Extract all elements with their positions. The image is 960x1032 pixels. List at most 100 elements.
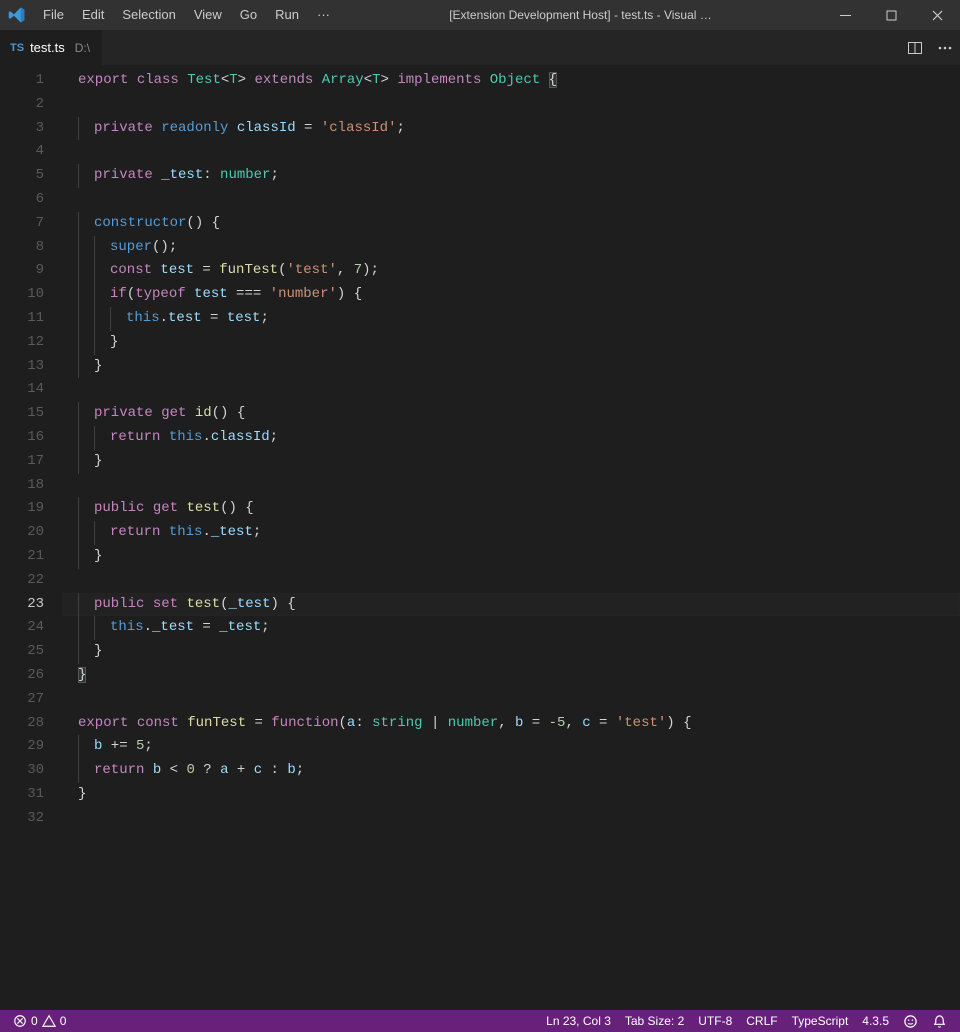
code-line[interactable]: this._test = _test; xyxy=(62,616,960,640)
line-number: 11 xyxy=(0,307,44,331)
close-button[interactable] xyxy=(914,0,960,30)
code-line[interactable]: return this._test; xyxy=(62,521,960,545)
code-line[interactable]: const test = funTest('test', 7); xyxy=(62,259,960,283)
status-problems[interactable]: 0 0 xyxy=(6,1010,73,1032)
line-number: 15 xyxy=(0,402,44,426)
code-area[interactable]: export class Test<T> extends Array<T> im… xyxy=(62,69,960,1010)
line-number: 17 xyxy=(0,450,44,474)
line-number: 7 xyxy=(0,212,44,236)
code-line[interactable] xyxy=(62,93,960,117)
line-number: 31 xyxy=(0,783,44,807)
code-line[interactable] xyxy=(62,569,960,593)
status-error-count: 0 xyxy=(31,1010,38,1032)
code-line[interactable]: return b < 0 ? a + c : b; xyxy=(62,759,960,783)
line-number: 19 xyxy=(0,497,44,521)
code-line[interactable]: } xyxy=(62,783,960,807)
tab-bar: TS test.ts D:\ xyxy=(0,30,960,65)
line-number: 26 xyxy=(0,664,44,688)
line-number: 9 xyxy=(0,259,44,283)
line-number: 3 xyxy=(0,117,44,141)
line-number: 24 xyxy=(0,616,44,640)
line-number: 6 xyxy=(0,188,44,212)
code-line[interactable] xyxy=(62,807,960,831)
code-line[interactable]: export class Test<T> extends Array<T> im… xyxy=(62,69,960,93)
code-line[interactable] xyxy=(62,140,960,164)
code-line[interactable]: } xyxy=(62,355,960,379)
line-number: 27 xyxy=(0,688,44,712)
line-number: 13 xyxy=(0,355,44,379)
status-bell-icon[interactable] xyxy=(925,1014,954,1029)
status-eol[interactable]: CRLF xyxy=(739,1010,784,1032)
line-number: 18 xyxy=(0,474,44,498)
line-number: 10 xyxy=(0,283,44,307)
code-line[interactable] xyxy=(62,188,960,212)
line-number: 23 xyxy=(0,593,44,617)
menu-go[interactable]: Go xyxy=(231,0,266,30)
line-number: 30 xyxy=(0,759,44,783)
statusbar: 0 0 Ln 23, Col 3 Tab Size: 2 UTF-8 CRLF … xyxy=(0,1010,960,1032)
status-feedback-icon[interactable] xyxy=(896,1014,925,1029)
more-actions-icon[interactable] xyxy=(930,30,960,65)
line-number: 8 xyxy=(0,236,44,260)
code-line[interactable]: } xyxy=(62,450,960,474)
split-editor-icon[interactable] xyxy=(900,30,930,65)
minimize-button[interactable] xyxy=(822,0,868,30)
line-number: 28 xyxy=(0,712,44,736)
code-line[interactable]: public set test(_test) { xyxy=(62,593,960,617)
line-number: 22 xyxy=(0,569,44,593)
code-line[interactable]: public get test() { xyxy=(62,497,960,521)
status-ts-version[interactable]: 4.3.5 xyxy=(855,1010,896,1032)
menu-run[interactable]: Run xyxy=(266,0,308,30)
code-line[interactable]: } xyxy=(62,640,960,664)
menu-edit[interactable]: Edit xyxy=(73,0,113,30)
editor[interactable]: 1234567891011121314151617181920212223242… xyxy=(0,65,960,1010)
menubar: File Edit Selection View Go Run ··· xyxy=(34,0,339,30)
code-line[interactable]: } xyxy=(62,545,960,569)
window-title: [Extension Development Host] - test.ts -… xyxy=(339,8,822,22)
code-line[interactable] xyxy=(62,378,960,402)
code-line[interactable]: } xyxy=(62,664,960,688)
tab-file-path: D:\ xyxy=(71,41,90,55)
line-number: 25 xyxy=(0,640,44,664)
code-line[interactable]: if(typeof test === 'number') { xyxy=(62,283,960,307)
line-number: 5 xyxy=(0,164,44,188)
status-line-col[interactable]: Ln 23, Col 3 xyxy=(539,1010,618,1032)
line-number: 20 xyxy=(0,521,44,545)
code-line[interactable]: private _test: number; xyxy=(62,164,960,188)
line-number: 1 xyxy=(0,69,44,93)
line-number-gutter: 1234567891011121314151617181920212223242… xyxy=(0,69,62,1010)
menu-file[interactable]: File xyxy=(34,0,73,30)
line-number: 12 xyxy=(0,331,44,355)
line-number: 14 xyxy=(0,378,44,402)
tab-test-ts[interactable]: TS test.ts D:\ xyxy=(0,30,102,65)
line-number: 32 xyxy=(0,807,44,831)
titlebar: File Edit Selection View Go Run ··· [Ext… xyxy=(0,0,960,30)
line-number: 21 xyxy=(0,545,44,569)
code-line[interactable]: private get id() { xyxy=(62,402,960,426)
tab-file-name: test.ts xyxy=(30,40,65,55)
code-line[interactable]: super(); xyxy=(62,236,960,260)
code-line[interactable]: export const funTest = function(a: strin… xyxy=(62,712,960,736)
maximize-button[interactable] xyxy=(868,0,914,30)
menu-selection[interactable]: Selection xyxy=(113,0,184,30)
menu-overflow-icon[interactable]: ··· xyxy=(308,0,339,30)
code-line[interactable]: this.test = test; xyxy=(62,307,960,331)
code-line[interactable]: private readonly classId = 'classId'; xyxy=(62,117,960,141)
code-line[interactable]: return this.classId; xyxy=(62,426,960,450)
status-tab-size[interactable]: Tab Size: 2 xyxy=(618,1010,691,1032)
status-encoding[interactable]: UTF-8 xyxy=(691,1010,739,1032)
code-line[interactable]: } xyxy=(62,331,960,355)
line-number: 4 xyxy=(0,140,44,164)
code-line[interactable]: b += 5; xyxy=(62,735,960,759)
line-number: 16 xyxy=(0,426,44,450)
line-number: 2 xyxy=(0,93,44,117)
code-line[interactable]: constructor() { xyxy=(62,212,960,236)
menu-view[interactable]: View xyxy=(185,0,231,30)
status-warning-count: 0 xyxy=(60,1010,67,1032)
code-line[interactable] xyxy=(62,474,960,498)
typescript-file-icon: TS xyxy=(10,42,24,54)
vscode-logo-icon xyxy=(0,6,34,24)
code-line[interactable] xyxy=(62,688,960,712)
status-language[interactable]: TypeScript xyxy=(785,1010,856,1032)
line-number: 29 xyxy=(0,735,44,759)
